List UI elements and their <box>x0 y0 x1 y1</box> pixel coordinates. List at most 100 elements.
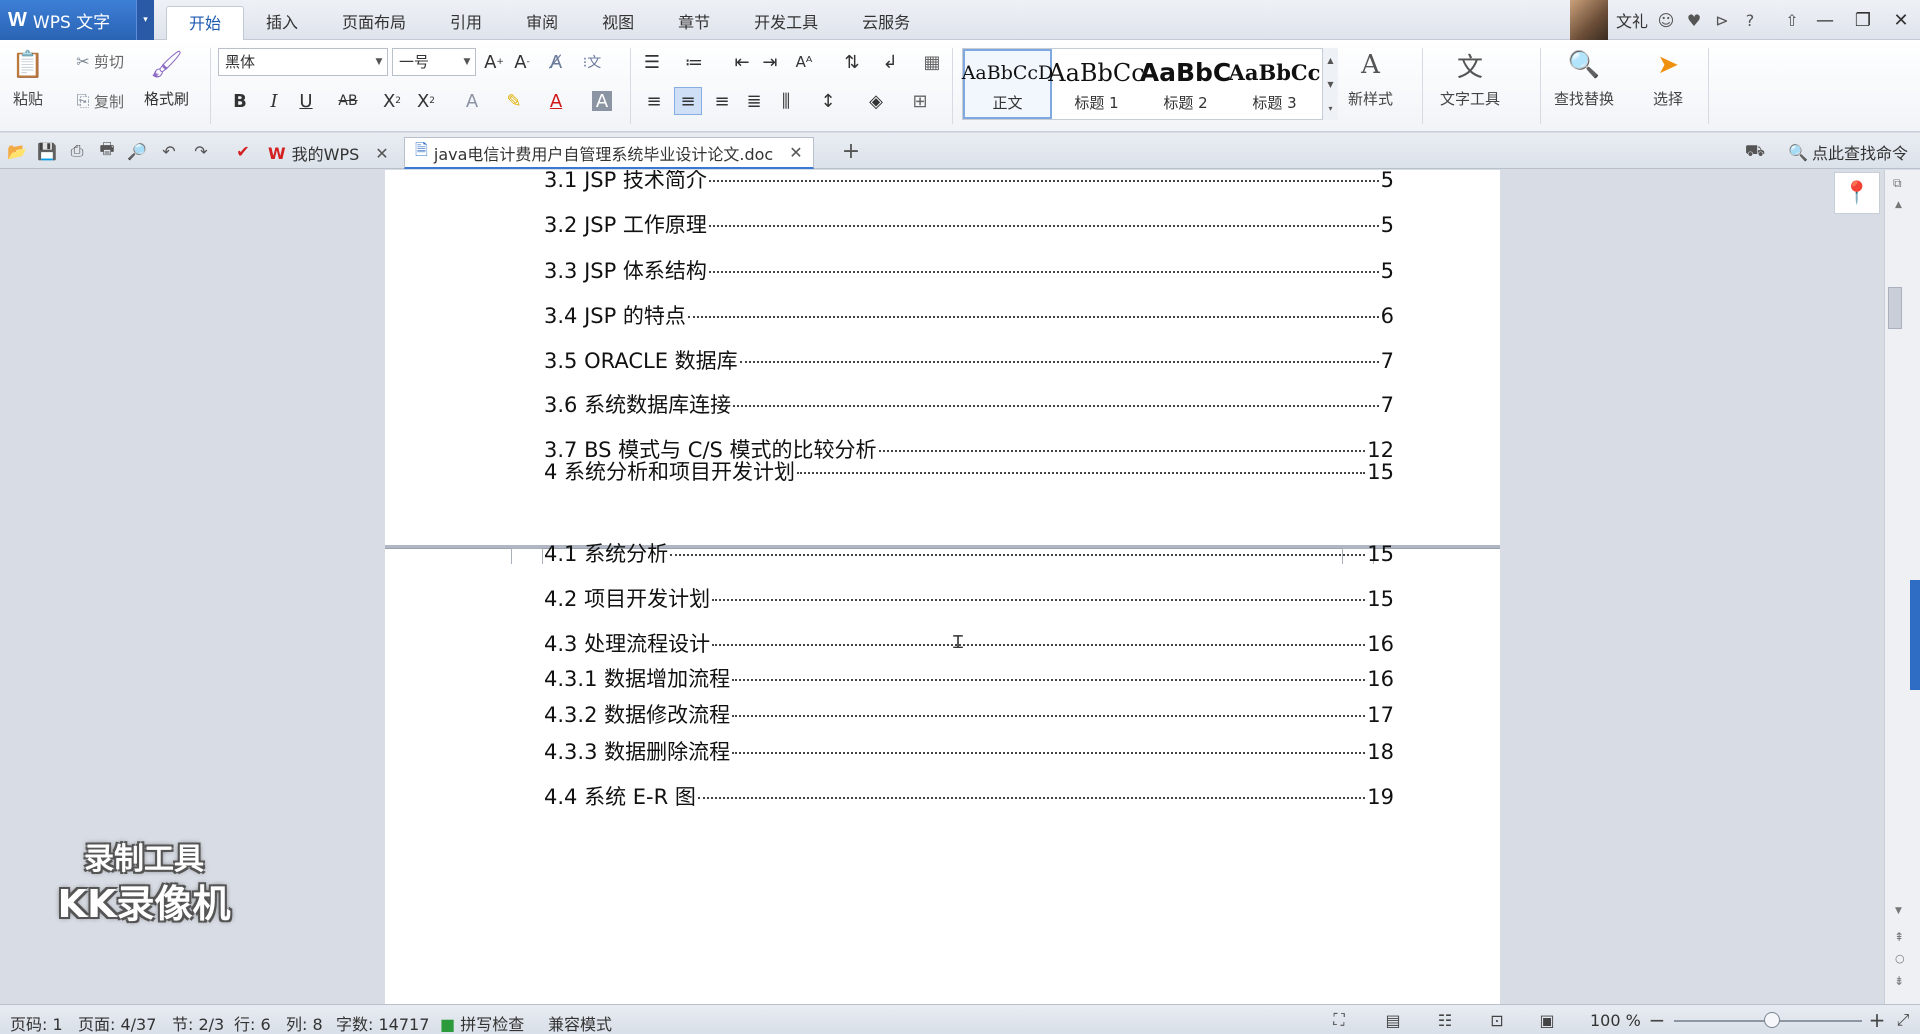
justify-icon[interactable]: ≣ <box>740 87 768 115</box>
distribute-icon[interactable]: ⫼ <box>772 87 800 115</box>
font-size-select[interactable]: 一号 ▼ <box>392 48 476 76</box>
strikethrough-icon[interactable]: AB <box>334 87 362 115</box>
help-icon[interactable]: ? <box>1736 6 1764 34</box>
redo-icon[interactable]: ↷ <box>190 140 212 162</box>
toc-entry[interactable]: 4.1 系统分析 15 <box>544 538 1394 568</box>
toc-entry[interactable]: 4.4 系统 E-R 图 19 <box>544 781 1394 811</box>
share-icon[interactable]: ⊳ <box>1708 6 1736 34</box>
bold-icon[interactable]: B <box>226 87 254 115</box>
tab-cloud-service[interactable]: 云服务 <box>840 6 932 40</box>
scroll-up-icon[interactable]: ▲ <box>1895 200 1902 210</box>
show-marks-icon[interactable]: ↲ <box>876 48 904 76</box>
document-page[interactable] <box>385 548 1500 1004</box>
fullscreen-view-icon[interactable]: ⛶ <box>1328 1009 1350 1031</box>
toc-entry[interactable]: 4.2 项目开发计划 15 <box>544 583 1394 613</box>
style-heading-2[interactable]: AaBbC 标题 2 <box>1140 49 1232 119</box>
split-view-icon[interactable]: ⧉ <box>1893 176 1902 191</box>
shading-icon[interactable]: ◈ <box>862 87 890 115</box>
open-folder-icon[interactable]: 📂 <box>6 140 28 162</box>
table-borders-icon[interactable]: ▦ <box>918 48 946 76</box>
status-page-count[interactable]: 页面: 4/37 <box>78 1011 156 1034</box>
text-effect-icon[interactable]: A <box>458 87 486 115</box>
style-heading-3[interactable]: AaBbCc 标题 3 <box>1229 49 1321 119</box>
grow-font-icon[interactable]: A + <box>480 48 508 76</box>
scroll-down-icon[interactable]: ▼ <box>1895 906 1902 916</box>
style-gallery-scroll[interactable]: ▲ ▼ ▾ <box>1322 48 1338 120</box>
shrink-font-icon[interactable]: A- <box>508 48 536 76</box>
italic-icon[interactable]: I <box>260 87 288 115</box>
align-right-icon[interactable]: ≡ <box>708 87 736 115</box>
tab-view[interactable]: 视图 <box>580 6 656 40</box>
restore-button[interactable]: ❐ <box>1844 0 1882 40</box>
phonetic-guide-icon[interactable]: ⁝文 <box>578 48 606 76</box>
page-view-icon[interactable]: ▤ <box>1382 1009 1404 1031</box>
prev-page-icon[interactable]: ⇞ <box>1894 930 1904 944</box>
style-normal[interactable]: AaBbCcD 正文 <box>962 49 1053 119</box>
new-style-button[interactable]: A 新样式 <box>1348 48 1393 109</box>
scrollbar-thumb[interactable] <box>1888 287 1902 329</box>
tab-developer[interactable]: 开发工具 <box>732 6 840 40</box>
status-page-number[interactable]: 页码: 1 <box>10 1011 63 1034</box>
avatar[interactable] <box>1569 0 1608 40</box>
app-menu-dropdown[interactable]: ▾ <box>136 0 154 40</box>
feedback-icon[interactable]: ♥ <box>1680 6 1708 34</box>
username[interactable]: 文礼 <box>1616 8 1648 32</box>
zoom-level[interactable]: 100 % <box>1590 1011 1641 1030</box>
numbered-list-icon[interactable]: ≔ <box>680 48 708 76</box>
status-column[interactable]: 列: 8 <box>286 1011 323 1034</box>
browse-object-icon[interactable]: ○ <box>1895 952 1905 965</box>
print-icon[interactable]: 🖶 <box>96 139 118 162</box>
side-panel-toggle[interactable] <box>1910 580 1920 690</box>
customize-icon[interactable]: ✔ <box>232 140 254 162</box>
underline-icon[interactable]: U <box>292 87 320 115</box>
toc-entry[interactable]: 3.6 系统数据库连接 7 <box>544 389 1394 419</box>
command-search[interactable]: 🔍 点此查找命令 <box>1788 140 1908 164</box>
sort-icon[interactable]: ⇅ <box>838 48 866 76</box>
select-button[interactable]: ➤ 选择 <box>1650 48 1686 109</box>
export-icon[interactable]: ⎙ <box>66 140 88 162</box>
line-spacing-icon[interactable]: ↕ <box>814 87 842 115</box>
char-shading-icon[interactable]: A <box>592 91 612 112</box>
tab-section[interactable]: 章节 <box>656 6 732 40</box>
case-icon[interactable]: Aᴬ <box>790 48 818 76</box>
undo-icon[interactable]: ↶ <box>158 140 180 162</box>
superscript-icon[interactable]: X2 <box>378 87 406 115</box>
copy-button[interactable]: ⎘ 复制 <box>72 88 124 114</box>
tab-references[interactable]: 引用 <box>428 6 504 40</box>
paste-button[interactable]: 📋 粘贴 <box>10 48 46 109</box>
app-menu-button[interactable]: W WPS 文字 ▾ <box>0 0 154 40</box>
close-icon[interactable]: ✕ <box>789 143 802 162</box>
fit-window-icon[interactable]: ⤢ <box>1892 1009 1914 1031</box>
tab-insert[interactable]: 插入 <box>244 6 320 40</box>
toc-entry[interactable]: 3.1 JSP 技术简介 5 <box>544 170 1394 194</box>
style-heading-1[interactable]: AaBbCc 标题 1 <box>1048 49 1144 119</box>
highlight-icon[interactable]: ✎ <box>500 87 528 115</box>
subscript-icon[interactable]: X2 <box>412 87 440 115</box>
align-left-icon[interactable]: ≡ <box>640 87 668 115</box>
borders-icon[interactable]: ⊞ <box>906 87 934 115</box>
reading-view-icon[interactable]: ▣ <box>1536 1009 1558 1031</box>
zoom-out-icon[interactable]: − <box>1646 1008 1668 1032</box>
minimize-button[interactable]: — <box>1806 0 1844 40</box>
decrease-indent-icon[interactable]: ⇤ <box>728 48 756 76</box>
tab-my-wps[interactable]: W 我的WPS ✕ <box>258 137 399 169</box>
tab-active-document[interactable]: 🗎 java电信计费用户自管理系统毕业设计论文.doc ✕ <box>404 137 814 169</box>
toc-entry[interactable]: 3.2 JSP 工作原理 5 <box>544 209 1394 239</box>
bullet-list-icon[interactable]: ☰ <box>638 48 666 76</box>
font-color-icon[interactable]: A <box>542 87 570 115</box>
next-page-icon[interactable]: ⇟ <box>1894 974 1904 988</box>
tab-list-icon[interactable]: ⛟ <box>1744 140 1766 162</box>
toc-entry[interactable]: 3.5 ORACLE 数据库 7 <box>544 345 1394 375</box>
toc-entry[interactable]: 4.3.2 数据修改流程 17 <box>544 699 1394 729</box>
close-button[interactable]: ✕ <box>1882 0 1920 40</box>
close-icon[interactable]: ✕ <box>375 144 388 163</box>
increase-indent-icon[interactable]: ⇥ <box>756 48 784 76</box>
tab-page-layout[interactable]: 页面布局 <box>320 6 428 40</box>
toc-entry[interactable]: 4.3.1 数据增加流程 16 <box>544 663 1394 693</box>
location-pin-icon[interactable]: 📍 <box>1834 172 1880 214</box>
format-painter-button[interactable]: 🖌 格式刷 <box>144 48 189 109</box>
save-icon[interactable]: 💾 <box>36 140 58 162</box>
toc-entry[interactable]: 3.3 JSP 体系结构 5 <box>544 255 1394 285</box>
web-view-icon[interactable]: ⊡ <box>1486 1009 1508 1031</box>
status-section[interactable]: 节: 2/3 <box>172 1011 224 1034</box>
